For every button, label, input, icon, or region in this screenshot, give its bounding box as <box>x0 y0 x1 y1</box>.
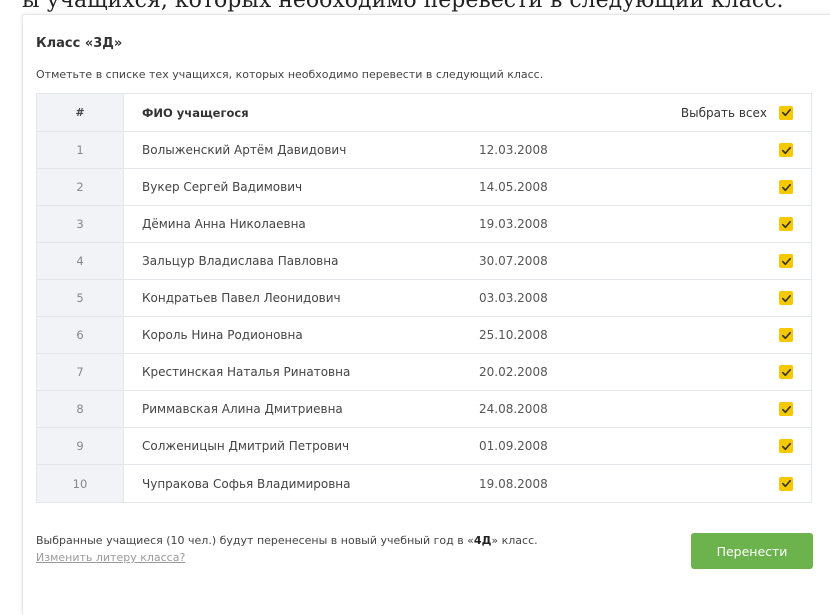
checkmark-icon <box>781 479 791 488</box>
student-checkbox[interactable] <box>779 439 793 453</box>
checkmark-icon <box>781 368 791 376</box>
student-checkbox[interactable] <box>779 291 793 305</box>
row-checkbox-container <box>679 254 811 268</box>
checkmark-icon <box>781 146 791 154</box>
row-checkbox-container <box>679 143 811 157</box>
column-header-name: ФИО учащегося <box>142 105 249 120</box>
row-checkbox-container <box>679 402 811 416</box>
checkmark-icon <box>781 257 791 265</box>
row-number: 1 <box>37 132 124 168</box>
row-number: 4 <box>37 243 124 279</box>
row-number: 7 <box>37 354 124 390</box>
checkmark-icon <box>781 331 791 339</box>
student-name: Дёмина Анна Николаевна <box>142 217 306 231</box>
row-checkbox-container <box>679 217 811 231</box>
select-all-checkbox[interactable] <box>779 105 793 120</box>
transfer-button[interactable]: Перенести <box>691 533 813 569</box>
checkmark-icon <box>781 442 791 450</box>
student-name: Чупракова Софья Владимировна <box>142 476 351 491</box>
birth-date: 19.08.2008 <box>479 476 548 491</box>
student-checkbox[interactable] <box>779 328 793 342</box>
table-row: 7 Крестинская Наталья Ринатовна 20.02.2008 <box>37 354 811 391</box>
row-checkbox-container <box>679 476 811 491</box>
birth-date: 30.07.2008 <box>479 254 548 268</box>
checkmark-icon <box>781 294 791 302</box>
row-number: 2 <box>37 169 124 205</box>
student-name: Крестинская Наталья Ринатовна <box>142 365 351 379</box>
table-row: 10 Чупракова Софья Владимировна 19.08.2008 <box>37 465 811 502</box>
column-header-number: # <box>37 94 124 131</box>
student-name: Солженицын Дмитрий Петрович <box>142 439 350 453</box>
row-number: 6 <box>37 317 124 353</box>
table-row: 2 Вукер Сергей Вадимович 14.05.2008 <box>37 169 811 206</box>
row-checkbox-container <box>679 328 811 342</box>
row-checkbox-container <box>679 291 811 305</box>
change-class-letter-link[interactable]: Изменить литеру класса? <box>36 551 185 564</box>
students-table: # ФИО учащегося Выбрать всех 1 Волыженски… <box>36 93 812 503</box>
birth-date: 19.03.2008 <box>479 217 548 231</box>
birth-date: 01.09.2008 <box>479 439 548 453</box>
birth-date: 12.03.2008 <box>479 143 548 157</box>
student-name: Зальцур Владислава Павловна <box>142 254 339 268</box>
student-checkbox[interactable] <box>779 476 793 491</box>
table-row: 9 Солженицын Дмитрий Петрович 01.09.2008 <box>37 428 811 465</box>
student-name: Волыженский Артём Давидович <box>142 143 347 157</box>
select-all-container: Выбрать всех <box>679 105 811 120</box>
row-checkbox-container <box>679 439 811 453</box>
select-all-label: Выбрать всех <box>680 105 767 120</box>
row-number: 8 <box>37 391 124 427</box>
summary-text-before: Выбранные учащиеся (10 чел.) будут перен… <box>36 534 474 547</box>
checkmark-icon <box>781 183 791 191</box>
row-checkbox-container <box>679 365 811 379</box>
student-checkbox[interactable] <box>779 402 793 416</box>
row-number: 5 <box>37 280 124 316</box>
target-class: 4Д <box>473 534 492 547</box>
table-row: 1 Волыженский Артём Давидович 12.03.2008 <box>37 132 811 169</box>
student-name: Вукер Сергей Вадимович <box>142 180 303 194</box>
student-checkbox[interactable] <box>779 180 793 194</box>
birth-date: 14.05.2008 <box>479 180 548 194</box>
row-number: 3 <box>37 206 124 242</box>
student-name: Король Нина Родионовна <box>142 328 303 342</box>
student-checkbox[interactable] <box>779 254 793 268</box>
table-row: 6 Король Нина Родионовна 25.10.2008 <box>37 317 811 354</box>
table-row: 5 Кондратьев Павел Леонидович 03.03.2008 <box>37 280 811 317</box>
table-row: 8 Риммавская Алина Дмитриевна 24.08.2008 <box>37 391 811 428</box>
page-title: Класс «3Д» <box>36 36 123 51</box>
student-checkbox[interactable] <box>779 217 793 231</box>
table-row: 3 Дёмина Анна Николаевна 19.03.2008 <box>37 206 811 243</box>
row-checkbox-container <box>679 180 811 194</box>
birth-date: 24.08.2008 <box>479 402 548 416</box>
checkmark-icon <box>781 220 791 228</box>
table-header-row: # ФИО учащегося Выбрать всех <box>37 94 811 132</box>
birth-date: 20.02.2008 <box>479 365 548 379</box>
summary-text-after: » класс. <box>491 534 538 547</box>
birth-date: 03.03.2008 <box>479 291 548 305</box>
transfer-summary: Выбранные учащиеся (10 чел.) будут перен… <box>36 534 538 547</box>
instruction-text: Отметьте в списке тех учащихся, которых … <box>36 68 544 81</box>
checkmark-icon <box>781 108 791 117</box>
row-number: 10 <box>37 465 124 502</box>
table-row: 4 Зальцур Владислава Павловна 30.07.2008 <box>37 243 811 280</box>
student-checkbox[interactable] <box>779 143 793 157</box>
student-checkbox[interactable] <box>779 365 793 379</box>
row-number: 9 <box>37 428 124 464</box>
student-name: Риммавская Алина Дмитриевна <box>142 402 343 416</box>
birth-date: 25.10.2008 <box>479 328 548 342</box>
checkmark-icon <box>781 405 791 413</box>
background-page-text: ы учащихся, которых необходимо перевести… <box>22 0 784 13</box>
student-name: Кондратьев Павел Леонидович <box>142 291 341 305</box>
table-body: 1 Волыженский Артём Давидович 12.03.2008 2 В… <box>37 132 811 502</box>
